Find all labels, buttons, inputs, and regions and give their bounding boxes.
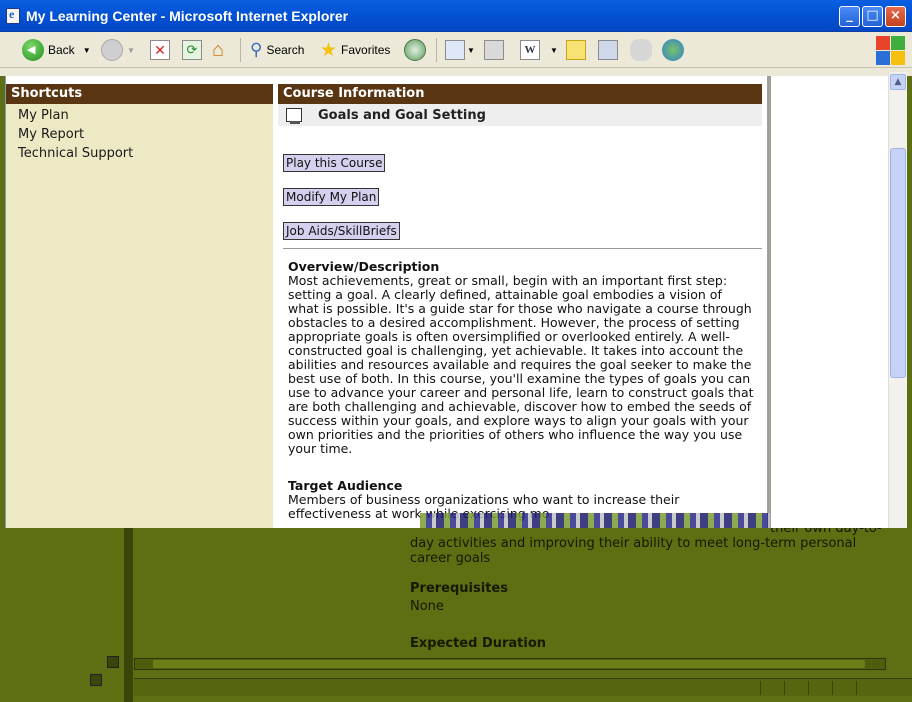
shortcut-my-plan[interactable]: My Plan	[6, 106, 273, 125]
favorites-label: Favorites	[341, 43, 391, 57]
scroll-corner-icon	[90, 674, 102, 686]
course-name: Goals and Goal Setting	[318, 107, 486, 123]
messenger-chat-button[interactable]	[630, 37, 656, 63]
forward-button[interactable]: ▼	[101, 37, 135, 63]
job-aids-button[interactable]: Job Aids/SkillBriefs	[283, 222, 400, 240]
course-title-row: Goals and Goal Setting	[278, 104, 762, 126]
mail-button[interactable]: ▼	[445, 37, 475, 63]
stop-icon: ✕	[150, 40, 170, 60]
refresh-icon: ⟳	[182, 40, 202, 60]
toolbar-divider	[436, 38, 437, 62]
audience-continued-text: their own day-to-day activities and impr…	[410, 528, 882, 566]
back-arrow-icon	[22, 39, 44, 61]
search-icon: ⚲	[250, 40, 263, 59]
chevron-down-icon: ▼	[550, 45, 558, 55]
divider	[283, 248, 762, 249]
status-cell	[760, 681, 761, 695]
chat-bubble-icon	[630, 39, 652, 61]
vertical-scrollbar[interactable]: ▲	[888, 72, 907, 528]
shortcuts-header: Shortcuts	[6, 84, 273, 104]
research-icon	[598, 40, 618, 60]
print-button[interactable]	[484, 37, 504, 63]
minimize-button[interactable]: _	[839, 6, 860, 27]
course-information-panel: Course Information Goals and Goal Settin…	[278, 84, 762, 528]
right-frame	[771, 76, 888, 528]
edit-button[interactable]: W ▼	[520, 37, 558, 63]
maximize-button[interactable]: □	[862, 6, 883, 27]
chevron-down-icon: ▼	[82, 45, 91, 55]
chevron-down-icon: ▼	[467, 45, 475, 55]
discuss-button[interactable]	[566, 37, 586, 63]
messenger-button[interactable]	[662, 37, 688, 63]
audience-heading: Target Audience	[288, 478, 403, 493]
mail-icon	[445, 40, 465, 60]
background-window: their own day-to-day activities and impr…	[0, 528, 912, 702]
stop-button[interactable]: ✕	[150, 37, 170, 63]
home-icon: ⌂	[212, 39, 225, 61]
refresh-button[interactable]: ⟳	[182, 37, 202, 63]
frame-border	[124, 528, 133, 702]
shortcut-technical-support[interactable]: Technical Support	[6, 144, 273, 163]
window-title: My Learning Center - Microsoft Internet …	[26, 8, 349, 24]
back-label: Back	[48, 43, 75, 57]
web-page: Shortcuts My Plan My Report Technical Su…	[5, 76, 888, 528]
toolbar: Back ▼ ▼ ✕ ⟳ ⌂ ⚲ Search ★ Favorites ▼ W …	[0, 32, 912, 68]
print-icon	[484, 40, 504, 60]
favorites-button[interactable]: ★ Favorites	[320, 37, 390, 63]
shortcut-my-report[interactable]: My Report	[6, 125, 273, 144]
horizontal-scroll-thumb[interactable]	[153, 660, 865, 668]
toolbar-bottom-strip	[0, 68, 912, 76]
overview-section: Overview/Description Most achievements, …	[278, 260, 762, 456]
close-button[interactable]: ×	[885, 6, 906, 27]
search-label: Search	[266, 43, 305, 57]
windows-logo	[874, 34, 906, 66]
overview-text: Most achievements, great or small, begin…	[288, 273, 754, 456]
star-icon: ★	[320, 39, 338, 61]
play-course-button[interactable]: Play this Course	[283, 154, 386, 172]
back-button[interactable]: Back ▼	[22, 37, 91, 63]
title-bar: My Learning Center - Microsoft Internet …	[0, 0, 912, 32]
search-button[interactable]: ⚲ Search	[250, 37, 304, 63]
note-icon	[566, 40, 586, 60]
ie-icon	[6, 7, 20, 24]
home-button[interactable]: ⌂	[212, 37, 232, 63]
word-icon: W	[520, 40, 540, 60]
messenger-icon	[662, 39, 684, 61]
render-glitch	[420, 513, 770, 528]
scroll-corner-icon	[107, 656, 119, 668]
modify-plan-button[interactable]: Modify My Plan	[283, 188, 380, 206]
status-cell	[856, 681, 857, 695]
toolbar-divider	[240, 38, 241, 62]
course-information-header: Course Information	[278, 84, 762, 104]
horizontal-scrollbar[interactable]	[134, 658, 886, 670]
chevron-down-icon: ▼	[127, 45, 135, 55]
scroll-thumb[interactable]	[890, 148, 906, 378]
forward-arrow-icon	[101, 39, 123, 61]
status-cell	[832, 681, 833, 695]
history-icon	[404, 39, 426, 61]
course-monitor-icon	[286, 108, 302, 124]
overview-heading: Overview/Description	[288, 259, 440, 274]
scroll-up-arrow-icon[interactable]: ▲	[890, 74, 906, 90]
research-button[interactable]	[598, 37, 618, 63]
prerequisites-value: None	[410, 599, 444, 614]
status-bar	[134, 678, 912, 696]
prerequisites-heading: Prerequisites	[410, 581, 508, 596]
history-button[interactable]	[404, 37, 430, 63]
status-cell	[808, 681, 809, 695]
status-cell	[784, 681, 785, 695]
shortcuts-panel: Shortcuts My Plan My Report Technical Su…	[6, 84, 273, 528]
duration-heading: Expected Duration	[410, 636, 547, 651]
